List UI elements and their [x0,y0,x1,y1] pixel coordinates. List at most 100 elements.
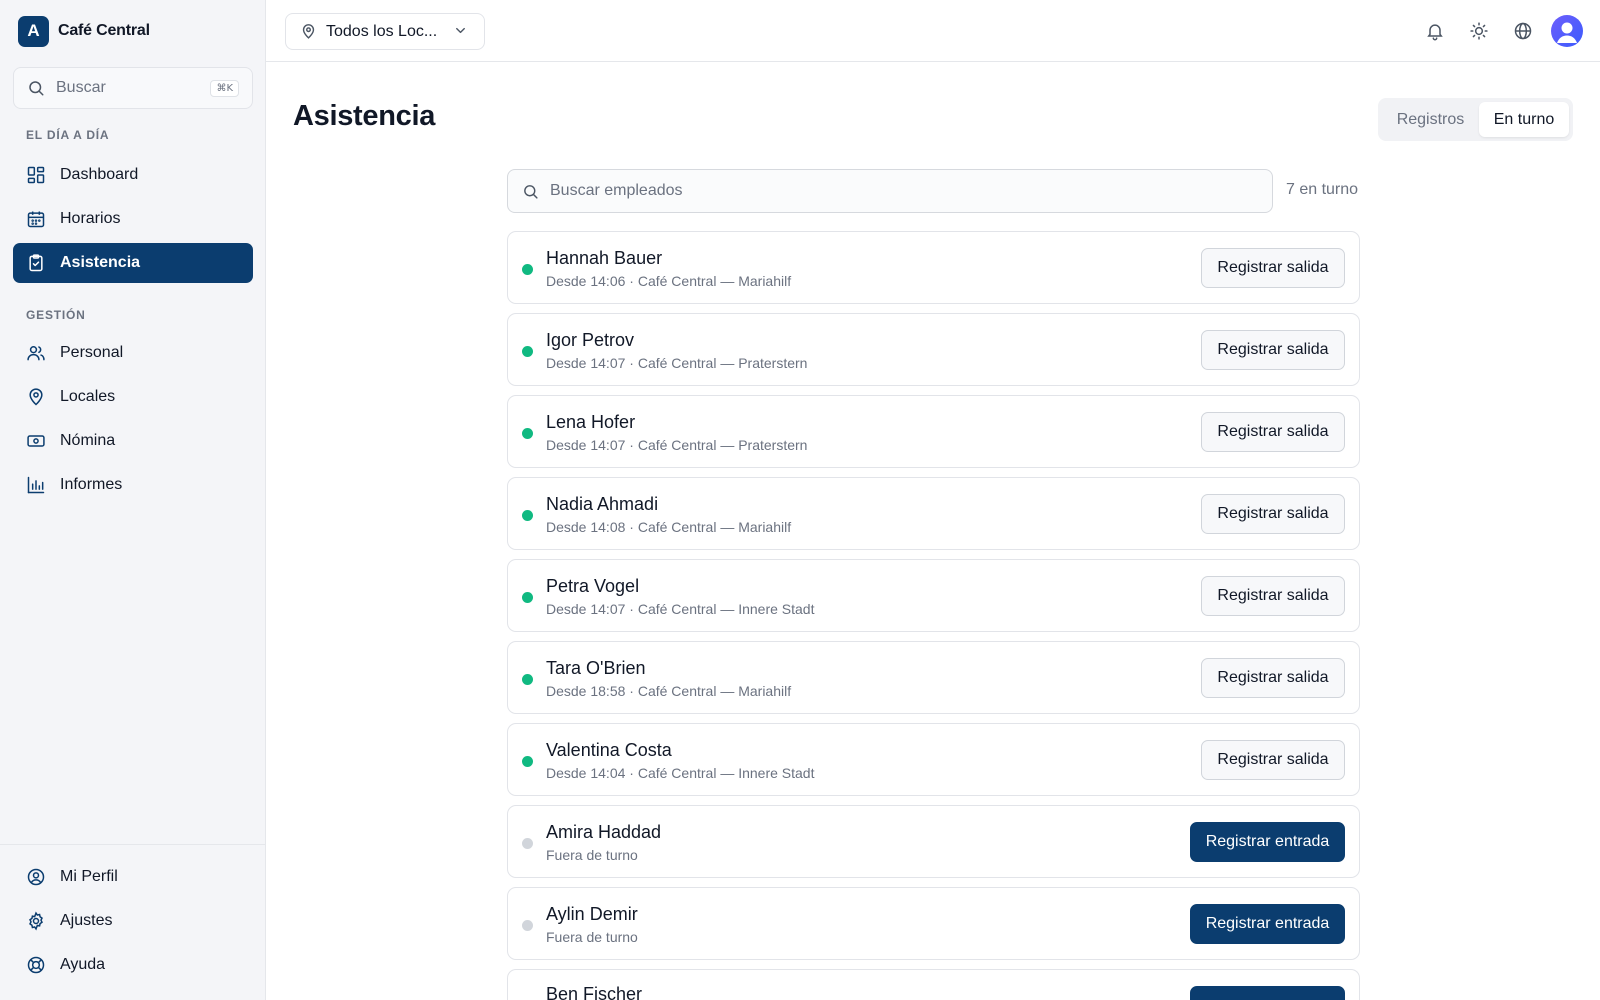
clock-out-button[interactable]: Registrar salida [1201,412,1345,452]
sidebar-item-label: Locales [60,388,116,405]
section-label-day: EL DÍA A DÍA [26,128,110,142]
employee-name: Amira Haddad [546,822,662,842]
clock-out-button[interactable]: Registrar salida [1201,494,1345,534]
globe-icon[interactable] [1507,15,1539,47]
list-item: Aylin Demir Fuera de turno Registrar ent… [507,887,1360,960]
sidebar-item-label: Personal [60,344,124,361]
search-icon [27,79,45,97]
employee-name: Hannah Bauer [546,248,663,268]
sidebar-item-label: Nómina [60,432,116,449]
sidebar-item-nomina[interactable]: Nómina [13,421,253,461]
avatar[interactable] [1551,15,1583,47]
brand-name: Café Central [58,22,150,39]
map-pin-icon [300,23,317,40]
tab-en-turno[interactable]: En turno [1479,102,1569,137]
clock-in-button[interactable] [1190,986,1345,1000]
brand-logo: A [18,15,49,47]
page-title: Asistencia [293,100,436,132]
sidebar: A Café Central Buscar ⌘K EL DÍA A DÍA Da… [0,0,266,1000]
bell-icon[interactable] [1419,15,1451,47]
employee-detail: Desde 14:06 · Café Central — Mariahilf [546,273,792,289]
clock-out-button[interactable]: Registrar salida [1201,330,1345,370]
sidebar-item-label: Mi Perfil [60,868,118,885]
sidebar-item-ajustes[interactable]: Ajustes [13,901,253,941]
employee-detail: Fuera de turno [546,847,638,863]
clock-in-button[interactable]: Registrar entrada [1190,904,1345,944]
clipboard-check-icon [26,253,46,273]
clock-out-button[interactable]: Registrar salida [1201,248,1345,288]
shortcut-badge: ⌘K [210,79,239,97]
users-icon [26,343,46,363]
clock-out-button[interactable]: Registrar salida [1201,740,1345,780]
status-dot-on-shift [522,510,533,521]
list-item: Amira Haddad Fuera de turno Registrar en… [507,805,1360,878]
location-select-value: Todos los Loc... [326,22,438,40]
employee-detail: Desde 14:08 · Café Central — Mariahilf [546,519,792,535]
list-item: Nadia Ahmadi Desde 14:08 · Café Central … [507,477,1360,550]
status-dot-on-shift [522,264,533,275]
employee-detail: Desde 14:07 · Café Central — Innere Stad… [546,601,815,617]
sidebar-search[interactable]: Buscar ⌘K [13,67,253,109]
list-item: Petra Vogel Desde 14:07 · Café Central —… [507,559,1360,632]
sidebar-divider [0,844,266,845]
clock-out-button[interactable]: Registrar salida [1201,576,1345,616]
brand[interactable]: A Café Central [18,15,150,47]
list-item: Hannah Bauer Desde 14:06 · Café Central … [507,231,1360,304]
employee-search[interactable] [507,169,1273,213]
status-dot-on-shift [522,592,533,603]
topbar: Todos los Loc... [266,0,1600,62]
status-dot-on-shift [522,674,533,685]
clock-in-button[interactable]: Registrar entrada [1190,822,1345,862]
employee-detail: Desde 18:58 · Café Central — Mariahilf [546,683,792,699]
employee-detail: Fuera de turno [546,929,638,945]
employee-name: Igor Petrov [546,330,635,350]
employee-detail: Desde 14:07 · Café Central — Praterstern [546,437,808,453]
dashboard-icon [26,165,46,185]
status-dot-off-shift [522,920,533,931]
topbar-actions [1407,15,1583,47]
sidebar-item-label: Asistencia [60,254,141,271]
tab-registros[interactable]: Registros [1382,102,1479,137]
list-item: Tara O'Brien Desde 18:58 · Café Central … [507,641,1360,714]
sidebar-item-personal[interactable]: Personal [13,333,253,373]
sidebar-item-locales[interactable]: Locales [13,377,253,417]
life-buoy-icon [26,955,46,975]
sidebar-item-label: Horarios [60,210,121,227]
section-label-manage: GESTIÓN [26,308,86,322]
employee-name: Tara O'Brien [546,658,646,678]
banknote-icon [26,431,46,451]
employee-search-input[interactable] [550,182,1258,200]
sidebar-item-label: Informes [60,476,123,493]
sidebar-item-informes[interactable]: Informes [13,465,253,505]
status-dot-on-shift [522,756,533,767]
sidebar-item-horarios[interactable]: Horarios [13,199,253,239]
status-dot-on-shift [522,346,533,357]
user-circle-icon [26,867,46,887]
employee-detail: Desde 14:04 · Café Central — Innere Stad… [546,765,815,781]
employee-name: Valentina Costa [546,740,672,760]
on-shift-count: 7 en turno [1286,181,1359,198]
list-item: Igor Petrov Desde 14:07 · Café Central —… [507,313,1360,386]
location-select[interactable]: Todos los Loc... [285,13,485,50]
calendar-icon [26,209,46,229]
list-item: Valentina Costa Desde 14:04 · Café Centr… [507,723,1360,796]
sidebar-item-mi-perfil[interactable]: Mi Perfil [13,857,253,897]
list-item: Ben Fischer [507,969,1360,1000]
view-toggle: Registros En turno [1378,98,1573,141]
sidebar-item-dashboard[interactable]: Dashboard [13,155,253,195]
sun-icon[interactable] [1463,15,1495,47]
sidebar-item-ayuda[interactable]: Ayuda [13,945,253,985]
employee-name: Lena Hofer [546,412,636,432]
clock-out-button[interactable]: Registrar salida [1201,658,1345,698]
employee-detail: Desde 14:07 · Café Central — Praterstern [546,355,808,371]
search-icon [522,183,539,200]
sidebar-item-asistencia[interactable]: Asistencia [13,243,253,283]
sidebar-item-label: Ayuda [60,956,106,973]
sidebar-item-label: Ajustes [60,912,113,929]
employee-name: Petra Vogel [546,576,640,596]
employee-name: Aylin Demir [546,904,638,924]
sidebar-item-label: Dashboard [60,166,139,183]
status-dot-on-shift [522,428,533,439]
map-pin-icon [26,387,46,407]
sidebar-search-label: Buscar [56,79,106,96]
